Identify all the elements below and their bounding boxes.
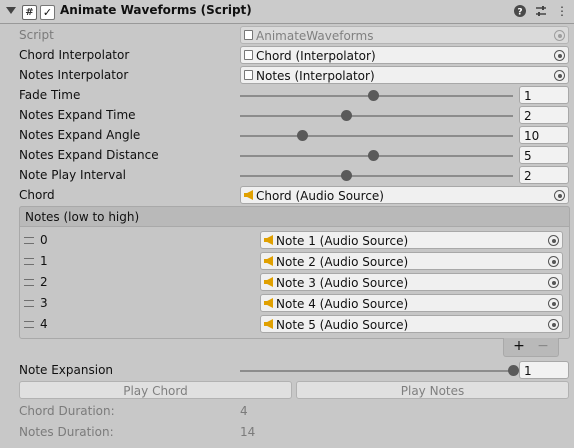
notes-expand-angle-label: Notes Expand Angle	[19, 128, 141, 142]
chord-label: Chord	[19, 188, 55, 202]
object-picker-icon[interactable]	[548, 319, 559, 330]
notes-duration-value: 14	[240, 425, 256, 439]
script-label: Script	[19, 28, 54, 42]
list-item-field[interactable]: Note 2 (Audio Source)	[260, 252, 563, 270]
object-picker-icon[interactable]	[548, 298, 559, 309]
list-item-value: Note 5 (Audio Source)	[276, 318, 409, 332]
list-item-field[interactable]: Note 4 (Audio Source)	[260, 294, 563, 312]
object-picker-icon[interactable]	[554, 190, 565, 201]
list-footer: + −	[503, 338, 559, 357]
list-item-index: 2	[40, 275, 48, 289]
notes-interpolator-value: Notes (Interpolator)	[256, 69, 375, 83]
speaker-icon	[264, 277, 273, 287]
enabled-checkbox[interactable]: ✓	[40, 5, 55, 20]
object-picker-icon[interactable]	[554, 50, 565, 61]
script-icon: #	[22, 5, 37, 20]
script-icon	[244, 70, 253, 80]
notes-interpolator-field[interactable]: Notes (Interpolator)	[240, 66, 569, 84]
note-play-interval-label: Note Play Interval	[19, 168, 127, 182]
notes-expand-angle-slider-knob[interactable]	[297, 130, 309, 141]
list-item-field[interactable]: Note 3 (Audio Source)	[260, 273, 563, 291]
speaker-icon	[264, 235, 273, 245]
speaker-icon	[264, 298, 273, 308]
object-picker-icon[interactable]	[548, 256, 559, 267]
drag-handle-icon[interactable]	[24, 321, 34, 328]
notes-expand-time-slider-knob[interactable]	[340, 110, 352, 121]
object-picker-icon[interactable]	[548, 235, 559, 246]
script-icon	[244, 50, 253, 60]
notes-interpolator-label: Notes Interpolator	[19, 68, 129, 82]
add-element-button[interactable]: +	[508, 338, 530, 356]
speaker-icon	[244, 190, 253, 200]
notes-duration-label: Notes Duration:	[19, 425, 114, 439]
drag-handle-icon[interactable]	[24, 258, 34, 265]
chord-field[interactable]: Chord (Audio Source)	[240, 186, 569, 204]
component-title: Animate Waveforms (Script)	[60, 3, 252, 17]
note-expansion-slider-knob[interactable]	[507, 365, 519, 376]
notes-list-title: Notes (low to high)	[25, 210, 140, 224]
list-item-value: Note 3 (Audio Source)	[276, 276, 409, 290]
object-picker-icon[interactable]	[554, 70, 565, 81]
preset-icon[interactable]	[534, 4, 548, 18]
list-item-value: Note 1 (Audio Source)	[276, 234, 409, 248]
drag-handle-icon[interactable]	[24, 279, 34, 286]
script-field: AnimateWaveforms	[240, 26, 569, 44]
chord-duration-label: Chord Duration:	[19, 404, 115, 418]
list-item-index: 4	[40, 317, 48, 331]
note-expansion-slider-track[interactable]	[240, 370, 513, 372]
speaker-icon	[264, 319, 273, 329]
list-item-index: 1	[40, 254, 48, 268]
chord-interpolator-label: Chord Interpolator	[19, 48, 130, 62]
notes-expand-time-input[interactable]: 2	[519, 106, 569, 124]
fade-time-input[interactable]: 1	[519, 86, 569, 104]
notes-expand-angle-input[interactable]: 10	[519, 126, 569, 144]
note-play-interval-slider-track[interactable]	[240, 175, 513, 177]
list-item-index: 0	[40, 233, 48, 247]
kebab-menu-icon[interactable]: ⋮	[555, 4, 569, 18]
help-icon[interactable]: ?	[513, 4, 527, 18]
svg-text:?: ?	[517, 8, 522, 18]
drag-handle-icon[interactable]	[24, 300, 34, 307]
notes-expand-distance-slider-knob[interactable]	[368, 150, 380, 161]
chord-interpolator-field[interactable]: Chord (Interpolator)	[240, 46, 569, 64]
notes-expand-time-slider-track[interactable]	[240, 115, 513, 117]
drag-handle-icon[interactable]	[24, 237, 34, 244]
list-item-value: Note 4 (Audio Source)	[276, 297, 409, 311]
object-picker-icon	[554, 30, 565, 41]
play-chord-button[interactable]: Play Chord	[19, 381, 292, 399]
list-item-value: Note 2 (Audio Source)	[276, 255, 409, 269]
fade-time-label: Fade Time	[19, 88, 81, 102]
speaker-icon	[264, 256, 273, 266]
list-item-field[interactable]: Note 5 (Audio Source)	[260, 315, 563, 333]
note-play-interval-input[interactable]: 2	[519, 166, 569, 184]
list-item-field[interactable]: Note 1 (Audio Source)	[260, 231, 563, 249]
note-expansion-label: Note Expansion	[19, 363, 114, 377]
note-expansion-input[interactable]: 1	[519, 361, 569, 379]
chord-duration-value: 4	[240, 404, 248, 418]
script-icon	[244, 30, 253, 40]
notes-expand-time-label: Notes Expand Time	[19, 108, 136, 122]
remove-element-button[interactable]: −	[532, 338, 554, 356]
component-header: # ✓ Animate Waveforms (Script) ? ⋮	[0, 0, 574, 24]
foldout-arrow-icon[interactable]	[6, 7, 16, 14]
list-item-index: 3	[40, 296, 48, 310]
notes-expand-distance-label: Notes Expand Distance	[19, 148, 159, 162]
notes-list-header[interactable]: Notes (low to high)	[19, 206, 570, 227]
notes-expand-distance-input[interactable]: 5	[519, 146, 569, 164]
play-notes-button[interactable]: Play Notes	[296, 381, 569, 399]
notes-expand-angle-slider-track[interactable]	[240, 135, 513, 137]
chord-value: Chord (Audio Source)	[256, 189, 384, 203]
script-field-value: AnimateWaveforms	[256, 29, 374, 43]
chord-interpolator-value: Chord (Interpolator)	[256, 49, 376, 63]
fade-time-slider-knob[interactable]	[368, 90, 380, 101]
object-picker-icon[interactable]	[548, 277, 559, 288]
note-play-interval-slider-knob[interactable]	[340, 170, 352, 181]
